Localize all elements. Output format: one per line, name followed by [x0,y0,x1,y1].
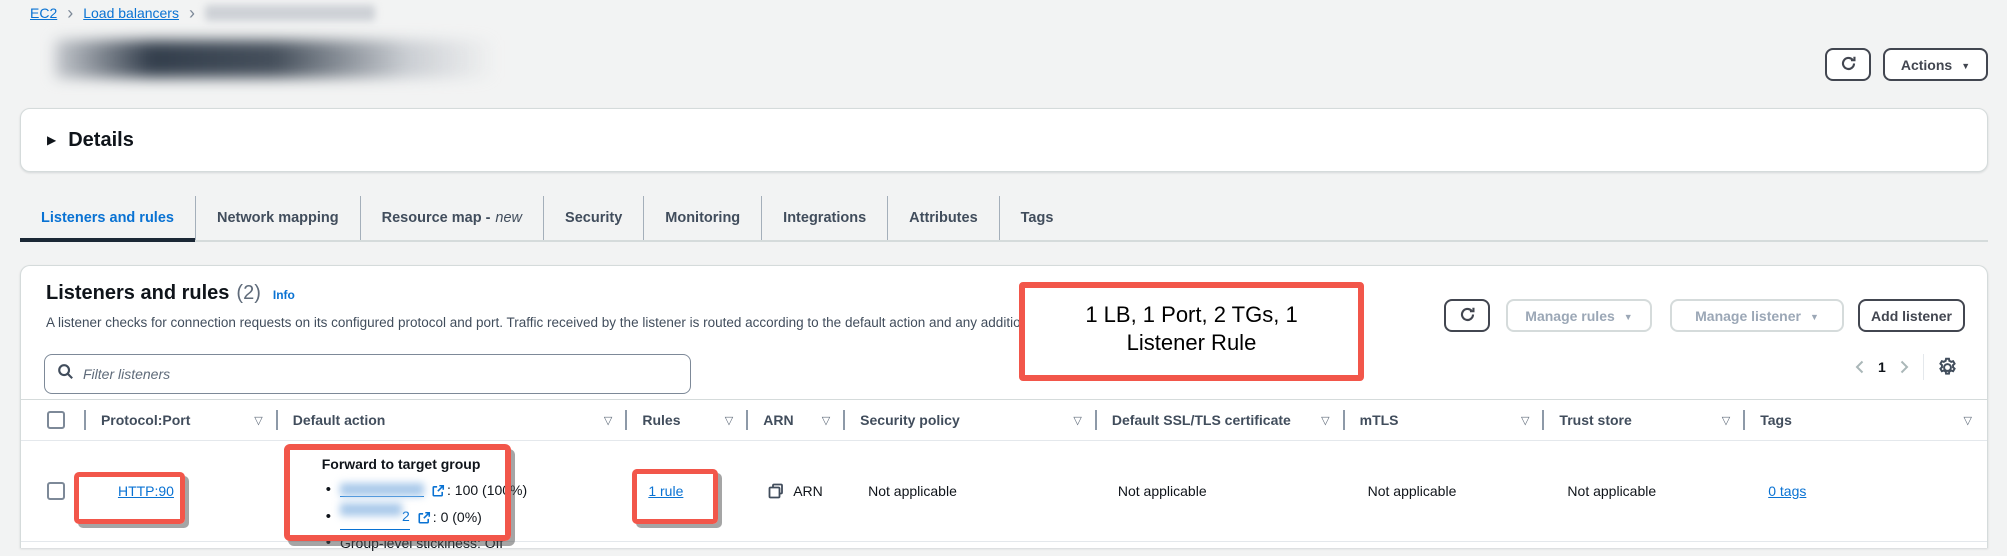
details-label: Details [68,129,134,152]
column-header-trust-store[interactable]: Trust store▽ [1544,400,1745,440]
breadcrumb-link-ec2[interactable]: EC2 [30,5,57,21]
column-header-arn[interactable]: ARN▽ [748,400,845,440]
tab-attributes[interactable]: Attributes [888,196,999,240]
select-all-header [21,400,86,440]
tab-monitoring[interactable]: Monitoring [644,196,762,240]
tab-integrations[interactable]: Integrations [762,196,888,240]
table-header-row: Protocol:Port▽ Default action▽ Rules▽ AR… [21,399,1987,441]
sort-icon[interactable]: ▽ [1521,414,1529,427]
manage-listener-button[interactable]: Manage listener ▼ [1670,299,1844,332]
column-header-tags[interactable]: Tags▽ [1745,400,1987,440]
ssl-certificate-value: Not applicable [1118,483,1207,499]
refresh-icon [1840,55,1857,75]
target-group-1-weight: : 100 (100%) [447,477,527,503]
panel-title: Listeners and rules [46,282,229,305]
target-group-2-link[interactable]: 2 [340,503,410,530]
tab-resource-map[interactable]: Resource map -new [361,196,544,240]
page-title-redacted [55,40,495,78]
chevron-down-icon: ▼ [1961,61,1970,71]
mtls-value: Not applicable [1368,483,1457,499]
refresh-icon [1459,306,1476,326]
tab-tags[interactable]: Tags [1000,196,1075,240]
tab-network-mapping[interactable]: Network mapping [196,196,361,240]
sort-icon[interactable]: ▽ [1073,414,1081,427]
page-number[interactable]: 1 [1878,359,1886,375]
tags-link[interactable]: 0 tags [1768,483,1806,499]
external-link-icon[interactable] [431,484,445,498]
sort-icon[interactable]: ▽ [604,414,612,427]
copy-icon[interactable] [768,483,784,499]
actions-button-label: Actions [1901,57,1952,73]
external-link-icon[interactable] [417,511,431,525]
listener-count: (2) [236,282,260,305]
column-header-security-policy[interactable]: Security policy▽ [845,400,1097,440]
sort-icon[interactable]: ▽ [254,414,262,427]
listeners-table: Protocol:Port▽ Default action▽ Rules▽ AR… [21,399,1987,542]
trust-store-value: Not applicable [1567,483,1656,499]
filter-listeners-input[interactable] [83,366,678,382]
breadcrumb: EC2 › Load balancers › [30,5,375,21]
pagination: 1 [1854,352,1958,382]
column-header-mtls[interactable]: mTLS▽ [1345,400,1545,440]
refresh-button[interactable] [1825,48,1871,81]
target-group-2-visible-suffix: 2 [402,503,410,529]
sort-icon[interactable]: ▽ [1964,414,1972,427]
target-group-1-link[interactable] [340,483,424,497]
next-page-icon[interactable] [1899,359,1910,375]
chevron-down-icon: ▼ [1624,312,1633,322]
tab-listeners-and-rules[interactable]: Listeners and rules [20,196,196,240]
sort-icon[interactable]: ▽ [1722,414,1730,427]
filter-listeners-box [44,354,691,394]
add-listener-button[interactable]: Add listener [1858,299,1965,332]
stickiness-item: Group-level stickiness: Off [322,530,527,556]
breadcrumb-redacted-name [205,5,375,21]
panel-description: A listener checks for connection request… [46,315,1075,330]
target-group-2-redacted [340,503,402,516]
column-header-protocol-port[interactable]: Protocol:Port▽ [86,400,278,440]
rules-link[interactable]: 1 rule [648,483,683,499]
sort-icon[interactable]: ▽ [822,414,830,427]
default-action-cell: Forward to target group : 100 (100%) 2 [322,451,527,556]
chevron-down-icon: ▼ [1810,312,1819,322]
table-row: HTTP:90 Forward to target group : 100 (1… [21,441,1987,542]
search-icon [57,363,74,385]
info-link[interactable]: Info [273,288,295,302]
row-checkbox[interactable] [47,482,65,500]
target-group-2-weight: : 0 (0%) [433,504,482,530]
stickiness-label: Group-level stickiness: Off [340,530,503,556]
expand-triangle-icon: ▶ [47,133,56,147]
previous-page-icon[interactable] [1854,359,1865,375]
panel-header: Listeners and rules (2) Info [46,282,295,305]
annotation-box-summary: 1 LB, 1 Port, 2 TGs, 1 Listener Rule [1019,282,1364,381]
table-refresh-button[interactable] [1444,299,1490,332]
sort-icon[interactable]: ▽ [725,414,733,427]
listeners-panel: Listeners and rules (2) Info A listener … [20,265,1988,548]
target-group-2-item: 2 : 0 (0%) [322,503,527,530]
column-header-default-action[interactable]: Default action▽ [278,400,628,440]
forward-to-target-group-label: Forward to target group [322,451,527,477]
breadcrumb-separator-icon: › [189,6,195,20]
breadcrumb-separator-icon: › [67,6,73,20]
tab-bar: Listeners and rules Network mapping Reso… [20,196,1988,242]
target-group-1-item: : 100 (100%) [322,477,527,503]
select-all-checkbox[interactable] [47,411,65,429]
manage-rules-button[interactable]: Manage rules ▼ [1506,299,1652,332]
divider [1923,354,1924,380]
sort-icon[interactable]: ▽ [1321,414,1329,427]
actions-button[interactable]: Actions ▼ [1883,48,1988,81]
breadcrumb-link-load-balancers[interactable]: Load balancers [83,5,179,21]
arn-label: ARN [793,483,823,499]
column-header-ssl-certificate[interactable]: Default SSL/TLS certificate▽ [1097,400,1345,440]
listener-link-http90[interactable]: HTTP:90 [118,483,174,499]
details-expander[interactable]: ▶ Details [20,108,1988,172]
tab-security[interactable]: Security [544,196,644,240]
security-policy-value: Not applicable [868,483,957,499]
column-header-rules[interactable]: Rules▽ [627,400,748,440]
gear-icon[interactable] [1937,357,1958,378]
target-group-1-redacted [340,483,424,496]
